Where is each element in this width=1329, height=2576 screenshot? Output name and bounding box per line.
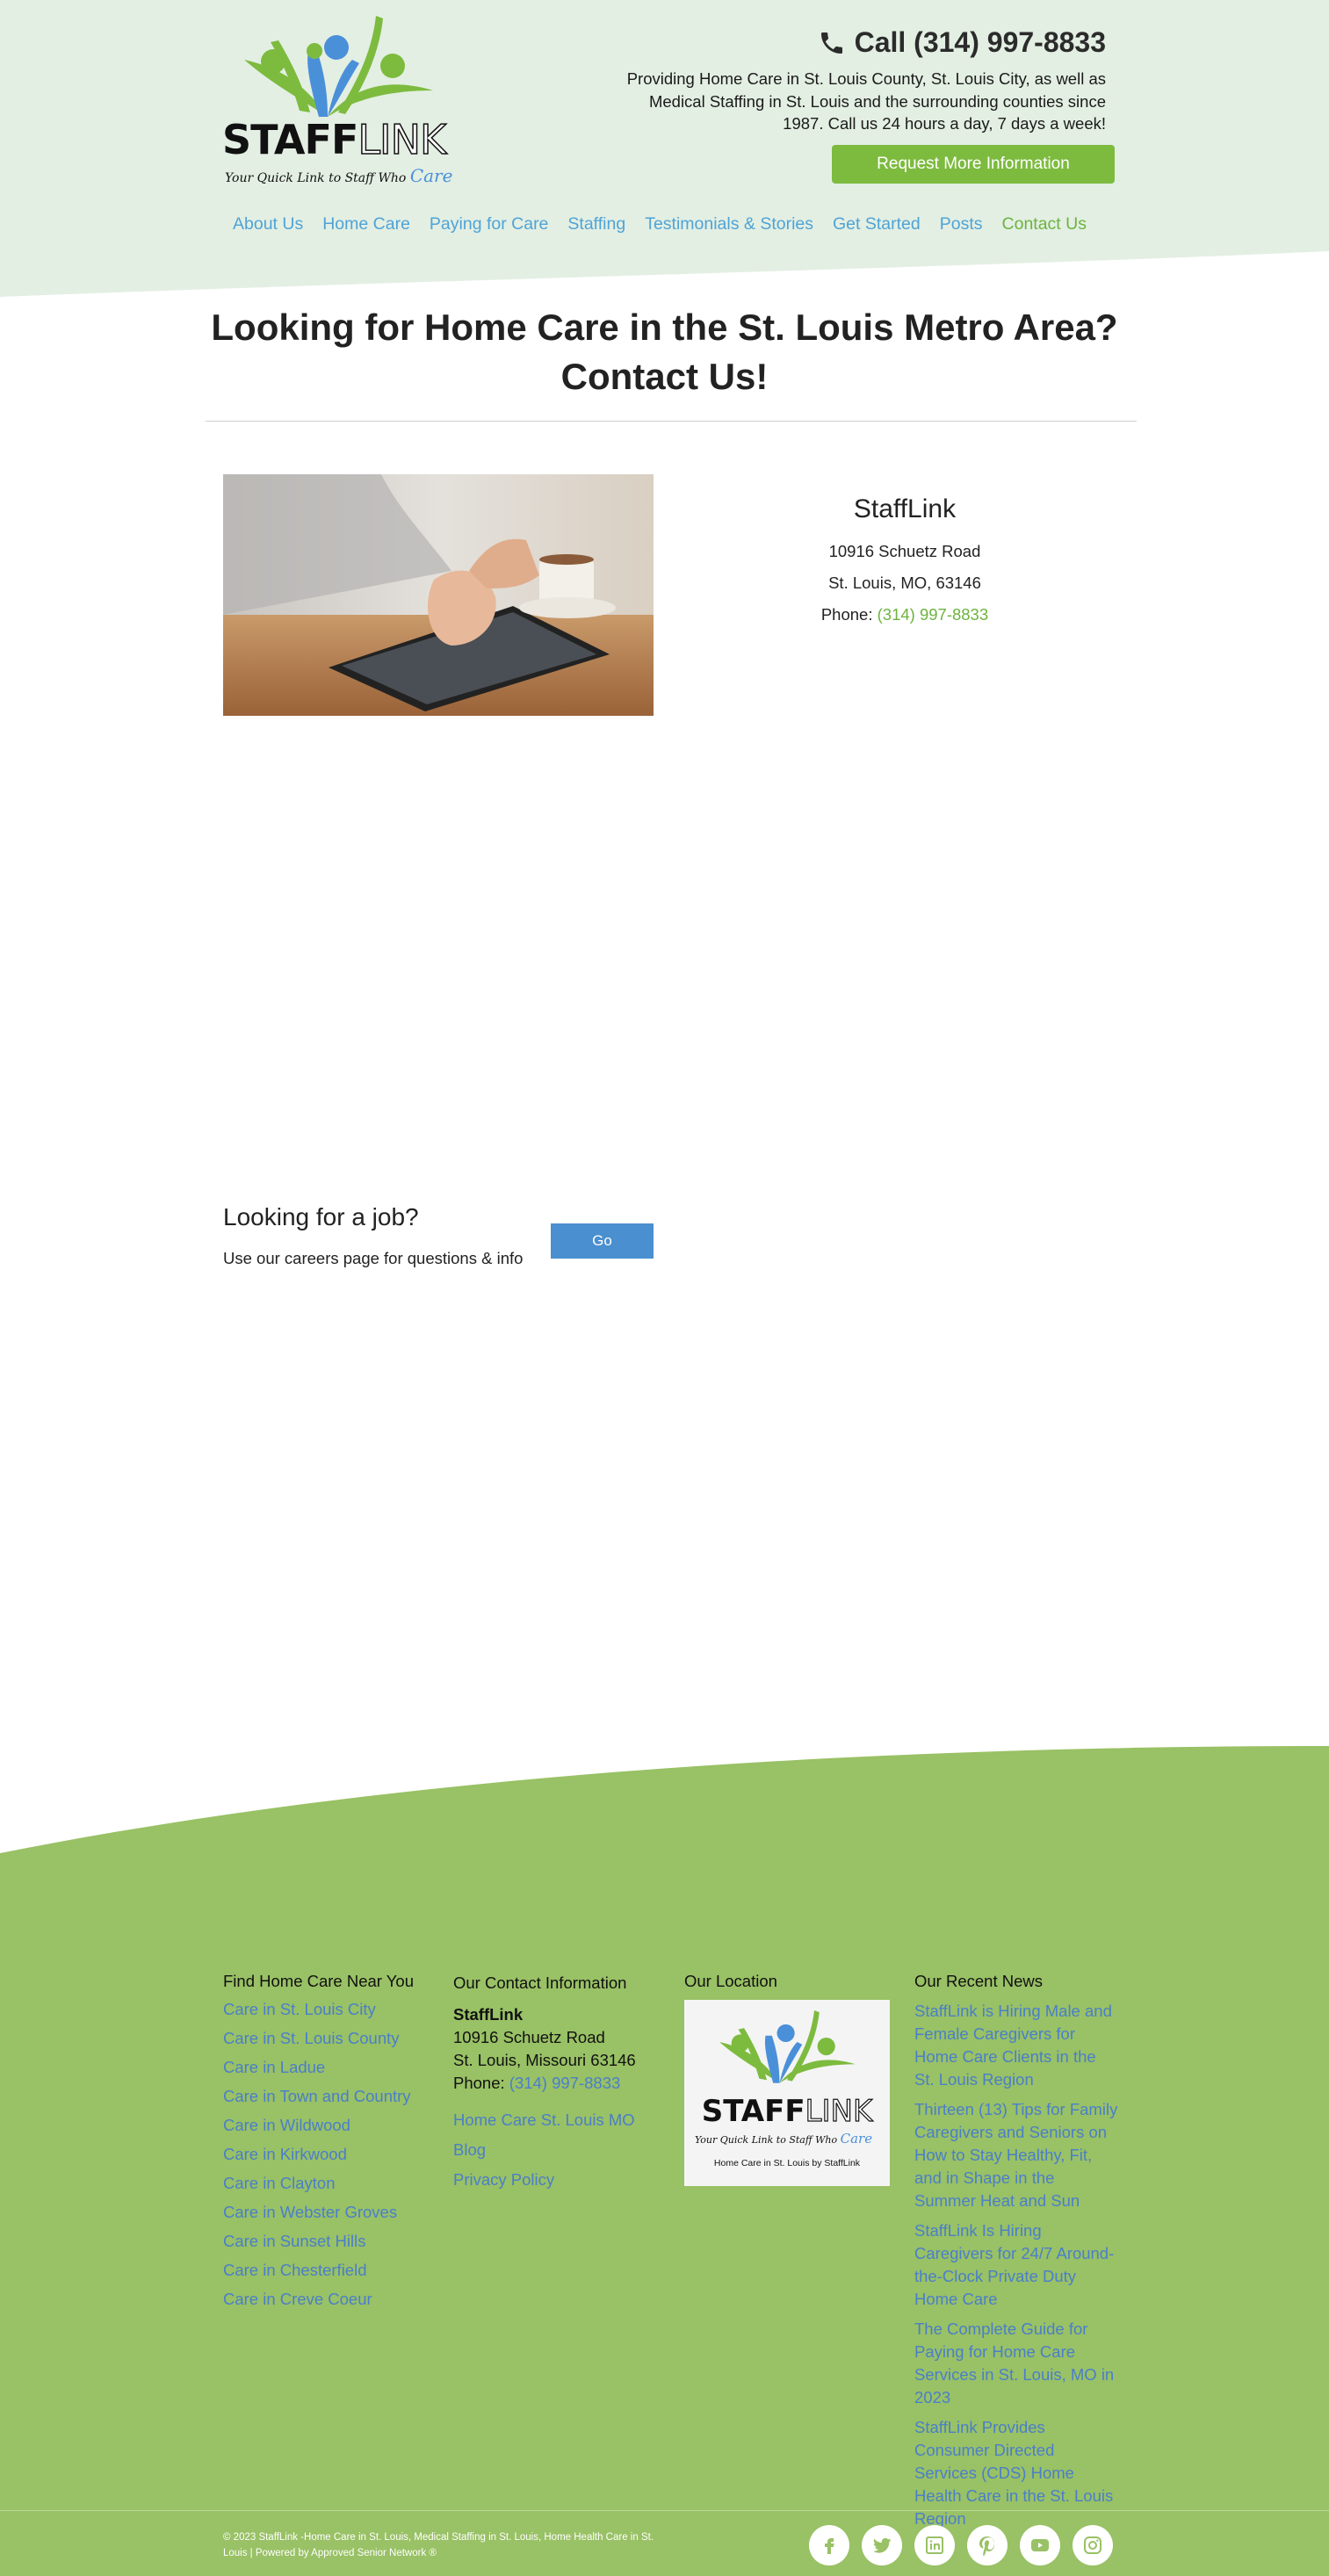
nav-get-started[interactable]: Get Started	[833, 214, 921, 235]
youtube-icon[interactable]	[1020, 2525, 1060, 2565]
near-you-link[interactable]: Care in Wildwood	[223, 2116, 350, 2134]
contact-phone-link[interactable]: (314) 997-8833	[878, 605, 989, 624]
instagram-icon[interactable]	[1073, 2525, 1113, 2565]
location-heading: Our Location	[684, 1972, 777, 1990]
footer-contact-phone-line: Phone: (314) 997-8833	[453, 2072, 664, 2095]
page-title: Looking for Home Care in the St. Louis M…	[0, 303, 1329, 401]
privacy-policy-link[interactable]: Privacy Policy	[453, 2165, 664, 2195]
footer-contact-city: St. Louis, Missouri 63146	[453, 2051, 636, 2069]
header-background	[0, 0, 1329, 297]
footer-news: Our Recent News StaffLink is Hiring Male…	[914, 1972, 1118, 2537]
contact-city: St. Louis, MO, 63146	[828, 574, 981, 592]
near-you-heading: Find Home Care Near You	[223, 1972, 414, 1990]
near-you-link[interactable]: Care in Town and Country	[223, 2087, 411, 2105]
news-heading: Our Recent News	[914, 1972, 1043, 1990]
main-nav: About Us Home Care Paying for Care Staff…	[233, 214, 1106, 235]
footer-phone-label: Phone:	[453, 2074, 505, 2092]
contact-name: StaffLink	[853, 494, 957, 523]
nav-home-care[interactable]: Home Care	[322, 214, 410, 235]
footer-near-you: Find Home Care Near You Care in St. Loui…	[223, 1972, 434, 2319]
near-you-link[interactable]: Care in Sunset Hills	[223, 2232, 365, 2250]
footer-background	[0, 1746, 1329, 2576]
contact-card: StaffLink 10916 Schuetz Road St. Louis, …	[747, 492, 1063, 631]
near-you-link[interactable]: Care in Chesterfield	[223, 2261, 367, 2279]
footer-contact: Our Contact Information StaffLink 10916 …	[453, 1972, 664, 2195]
facebook-icon[interactable]	[809, 2525, 849, 2565]
page-title-line-1: Looking for Home Care in the St. Louis M…	[211, 307, 1118, 348]
copyright-text: © 2023 StaffLink -Home Care in St. Louis…	[223, 2532, 654, 2558]
stafflink-logo[interactable]: STAFFLINK Your Quick Link to Staff Who C…	[222, 16, 456, 188]
call-text: Call (314) 997-8833	[854, 26, 1106, 58]
tablet-hand-photo	[223, 474, 654, 716]
pinterest-icon[interactable]	[967, 2525, 1008, 2565]
near-you-link[interactable]: Care in Webster Groves	[223, 2203, 397, 2221]
job-description: Use our careers page for questions & inf…	[223, 1249, 524, 1267]
svg-text:Your Quick Link to Staff Who C: Your Quick Link to Staff Who Care	[695, 2131, 872, 2147]
near-you-link[interactable]: Care in Clayton	[223, 2174, 336, 2192]
careers-go-button[interactable]: Go	[551, 1223, 654, 1259]
site-header: STAFFLINK Your Quick Link to Staff Who C…	[0, 0, 1329, 299]
footer-contact-street: 10916 Schuetz Road	[453, 2028, 605, 2046]
logo-wordmark: STAFFLINK	[222, 116, 447, 163]
footer-contact-heading: Our Contact Information	[453, 1973, 627, 1992]
news-item-link[interactable]: StaffLink Provides Consumer Directed Ser…	[914, 2418, 1113, 2528]
nav-staffing[interactable]: Staffing	[567, 214, 625, 235]
footer-location: Our Location STAFFLINK Your Quick Link t…	[684, 1972, 890, 2186]
contact-phone-label: Phone:	[820, 605, 873, 624]
call-link[interactable]: Call (314) 997-8833	[818, 26, 1106, 59]
near-you-link[interactable]: Care in Creve Coeur	[223, 2290, 372, 2308]
nav-paying-for-care[interactable]: Paying for Care	[430, 214, 548, 235]
title-divider	[206, 421, 1137, 422]
nav-contact-us[interactable]: Contact Us	[1002, 214, 1087, 235]
near-you-link[interactable]: Care in St. Louis County	[223, 2029, 400, 2047]
blog-link[interactable]: Home Care St. Louis MO Blog	[453, 2105, 664, 2165]
contact-phone-line: Phone: (314) 997-8833	[747, 599, 1063, 631]
contact-street: 10916 Schuetz Road	[828, 542, 981, 560]
twitter-icon[interactable]	[862, 2525, 902, 2565]
news-item-link[interactable]: StaffLink Is Hiring Caregivers for 24/7 …	[914, 2221, 1114, 2308]
tagline-care: Care	[409, 165, 453, 186]
footer-divider	[0, 2510, 1329, 2511]
people-logo-icon	[719, 2010, 856, 2083]
logo-tagline: Your Quick Link to Staff Who Care	[225, 165, 452, 186]
header-description: Providing Home Care in St. Louis County,…	[626, 69, 1106, 133]
location-logo-image[interactable]: STAFFLINK Your Quick Link to Staff Who C…	[684, 2000, 890, 2186]
nav-testimonials[interactable]: Testimonials & Stories	[645, 214, 813, 235]
news-item-link[interactable]: StaffLink is Hiring Male and Female Care…	[914, 2002, 1112, 2089]
tagline-text: Your Quick Link to Staff Who	[225, 171, 407, 185]
nav-about-us[interactable]: About Us	[233, 214, 303, 235]
social-links	[809, 2525, 1113, 2565]
svg-text:STAFFLINK: STAFFLINK	[702, 2094, 874, 2129]
footer-contact-name: StaffLink	[453, 2005, 524, 2024]
wordmark-staff: STAFF	[222, 116, 358, 163]
near-you-link[interactable]: Care in St. Louis City	[223, 2000, 376, 2018]
people-logo-icon	[244, 16, 433, 117]
job-title: Looking for a job?	[223, 1203, 419, 1230]
nav-posts[interactable]: Posts	[940, 214, 983, 235]
location-caption: Home Care in St. Louis by StaffLink	[714, 2158, 861, 2168]
phone-icon	[820, 32, 842, 54]
linkedin-icon[interactable]	[914, 2525, 955, 2565]
request-info-button[interactable]: Request More Information	[832, 145, 1115, 184]
news-item-link[interactable]: Thirteen (13) Tips for Family Caregivers…	[914, 2100, 1117, 2210]
near-you-link[interactable]: Care in Ladue	[223, 2058, 325, 2076]
near-you-link[interactable]: Care in Kirkwood	[223, 2145, 347, 2163]
wordmark-link: LINK	[358, 116, 447, 163]
page-title-line-2: Contact Us!	[560, 356, 769, 397]
footer-phone-link[interactable]: (314) 997-8833	[509, 2074, 621, 2092]
news-item-link[interactable]: The Complete Guide for Paying for Home C…	[914, 2320, 1114, 2406]
